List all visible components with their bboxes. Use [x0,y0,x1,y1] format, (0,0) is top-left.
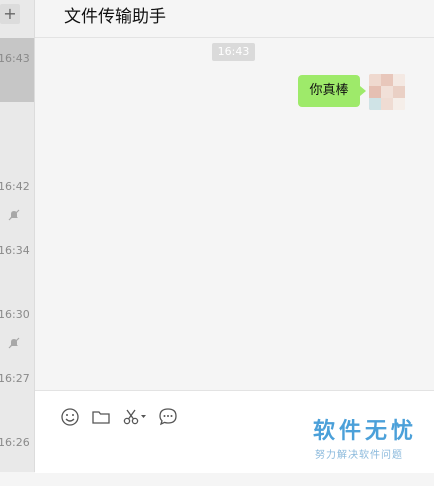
header-divider [35,37,434,38]
time-divider: 16:43 [212,43,255,61]
message-bubble[interactable]: 你真棒 [298,75,366,107]
conversation-time: 16:42 [0,180,30,193]
scissors-icon[interactable] [121,406,149,428]
conversation-time: 16:30 [0,308,30,321]
chat-title: 文件传输助手 [64,7,166,27]
conversation-list: + 16:43 16:42 16:34 16:30 16:27 16:26 [0,0,35,472]
conversation-time: 16:34 [0,244,30,257]
conversation-item[interactable]: 16:43 [0,38,34,102]
add-chat-button[interactable]: + [0,4,20,24]
conversation-item[interactable]: 16:34 [0,230,34,294]
conversation-item[interactable]: 16:42 [0,166,34,230]
avatar[interactable] [369,74,405,110]
watermark-title: 软件无忧 [313,419,418,444]
mute-icon [8,334,20,349]
chat-history-icon[interactable] [157,406,179,428]
conversation-item[interactable]: 16:26 [0,422,34,486]
watermark-subtitle: 努力解决软件问题 [315,450,403,461]
folder-icon[interactable] [90,406,112,428]
mute-icon [8,206,20,221]
conversation-time: 16:26 [0,436,30,449]
conversation-item[interactable]: 16:27 [0,358,34,422]
emoji-icon[interactable] [59,406,81,428]
conversation-time: 16:27 [0,372,30,385]
conversation-item[interactable]: 16:30 [0,294,34,358]
conversation-time: 16:43 [0,52,30,65]
